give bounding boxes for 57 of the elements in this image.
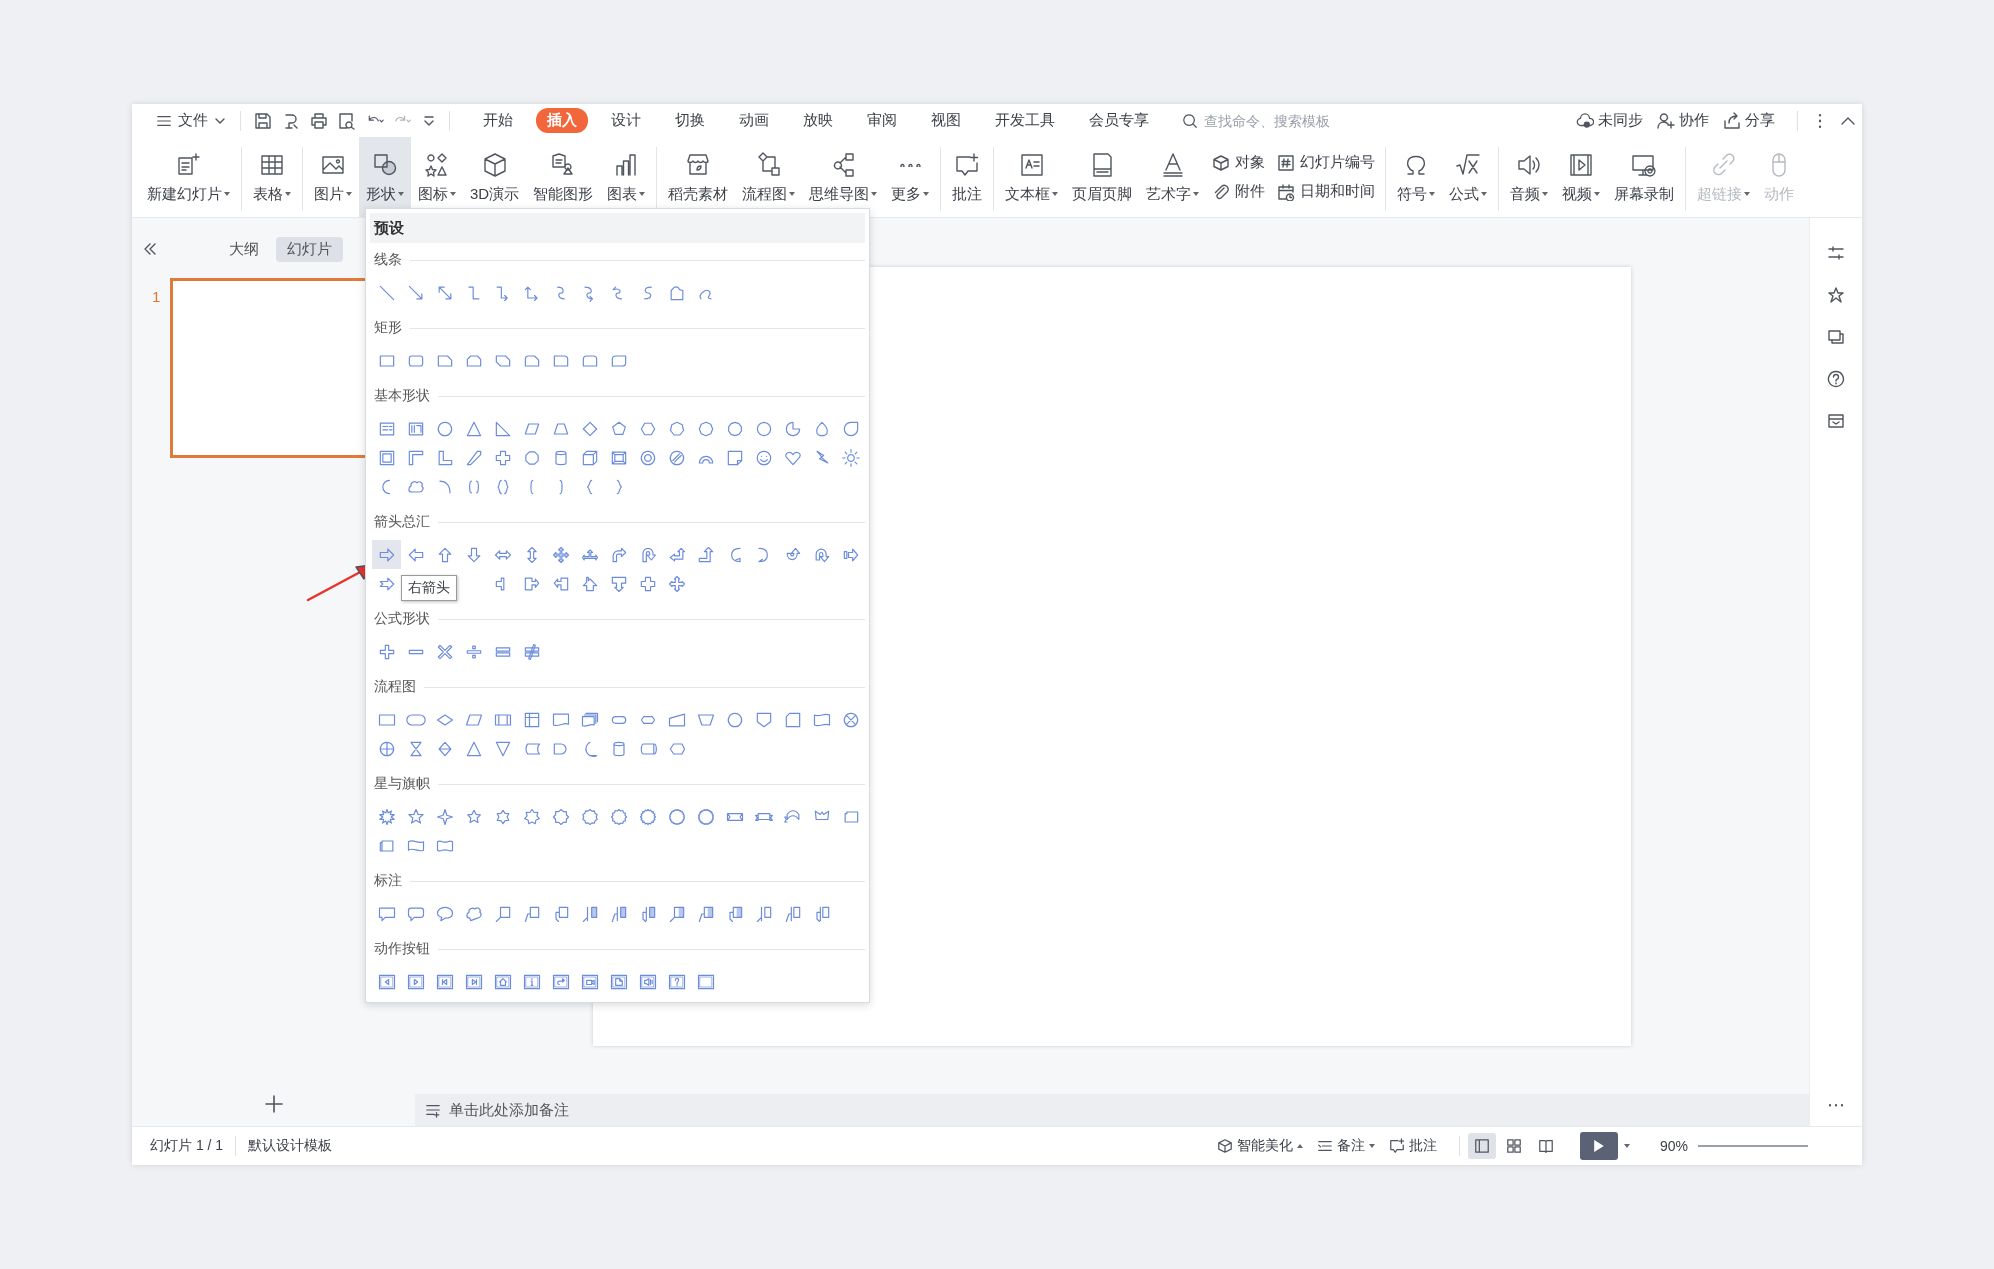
ribbon-small-button[interactable]: 附件 (1212, 182, 1266, 201)
menu-tab[interactable]: 开始 (472, 108, 524, 133)
file-menu[interactable]: 文件 (150, 108, 232, 133)
search-field[interactable]: 查找命令、搜索模板 (1182, 111, 1376, 130)
ribbon-button[interactable]: 文本框 (998, 137, 1066, 217)
section-title: 矩形 (374, 319, 402, 337)
ribbon-button[interactable]: 视频 (1555, 137, 1608, 217)
collaborate-button[interactable]: 协作 (1657, 111, 1709, 130)
beautify-button[interactable]: 智能美化 (1216, 1137, 1303, 1155)
template-name[interactable]: 默认设计模板 (248, 1137, 333, 1155)
menu-tab[interactable]: 视图 (920, 108, 972, 133)
ribbon-small-button[interactable]: 幻灯片编号 (1277, 153, 1376, 172)
section-title: 动作按钮 (374, 940, 430, 958)
tooltip: 右箭头 (401, 575, 457, 601)
ribbon-button[interactable]: 批注 (945, 137, 990, 217)
ribbon-button[interactable]: 艺术字 (1139, 137, 1207, 217)
ribbon-button[interactable]: 音频 (1503, 137, 1556, 217)
menu-tab[interactable]: 动画 (728, 108, 780, 133)
panel-tab[interactable]: 大纲 (218, 236, 270, 262)
notes-placeholder: 单击此处添加备注 (449, 1100, 569, 1120)
menu-tab[interactable]: 放映 (792, 108, 844, 133)
section-title: 标注 (374, 872, 402, 890)
ribbon-button[interactable]: 新建幻灯片 (140, 137, 237, 217)
ribbon-button[interactable]: 3D演示 (463, 137, 527, 217)
share-button[interactable]: 分享 (1723, 111, 1775, 130)
sync-button[interactable]: 未同步 (1576, 111, 1643, 130)
menu-tab[interactable]: 开发工具 (984, 108, 1066, 133)
panel-tab[interactable]: 幻灯片 (276, 236, 343, 262)
notes-button[interactable]: 备注 (1316, 1137, 1375, 1155)
comments-button[interactable]: 批注 (1388, 1137, 1437, 1155)
section-title: 星与旗帜 (374, 775, 430, 793)
section-title: 线条 (374, 251, 402, 269)
section-title: 公式形状 (374, 610, 430, 628)
menu-tab[interactable]: 会员专享 (1078, 108, 1160, 133)
slide-count: 幻灯片 1 / 1 (150, 1137, 224, 1155)
ribbon-button[interactable]: 屏幕录制 (1607, 137, 1682, 217)
ribbon-button[interactable]: 更多 (884, 137, 937, 217)
zoom-level[interactable]: 90% (1659, 1138, 1688, 1154)
ribbon-button[interactable]: 稻壳素材 (661, 137, 736, 217)
section-title: 基本形状 (374, 387, 430, 405)
menu-tab[interactable]: 切换 (664, 108, 716, 133)
ribbon-button[interactable]: 公式 (1442, 137, 1495, 217)
ribbon-button[interactable]: 表格 (246, 137, 298, 217)
slide-number: 1 (152, 288, 162, 305)
section-title: 箭头总汇 (374, 513, 430, 531)
ribbon-small-button[interactable]: 对象 (1212, 153, 1266, 172)
ribbon-button[interactable]: 页眉页脚 (1065, 137, 1140, 217)
section-title: 流程图 (374, 678, 416, 696)
ribbon-button[interactable]: 智能图形 (526, 137, 601, 217)
ribbon-button[interactable]: 符号 (1390, 137, 1443, 217)
menu-title: 预设 (374, 218, 404, 238)
ribbon-button[interactable]: 形状 (359, 137, 411, 217)
menu-tab[interactable]: 设计 (600, 108, 652, 133)
ribbon-small-button[interactable]: 日期和时间 (1277, 182, 1376, 201)
notes-bar[interactable]: 单击此处添加备注 (415, 1094, 1809, 1126)
menu-tab[interactable]: 审阅 (856, 108, 908, 133)
ribbon-button[interactable]: 图片 (307, 137, 359, 217)
